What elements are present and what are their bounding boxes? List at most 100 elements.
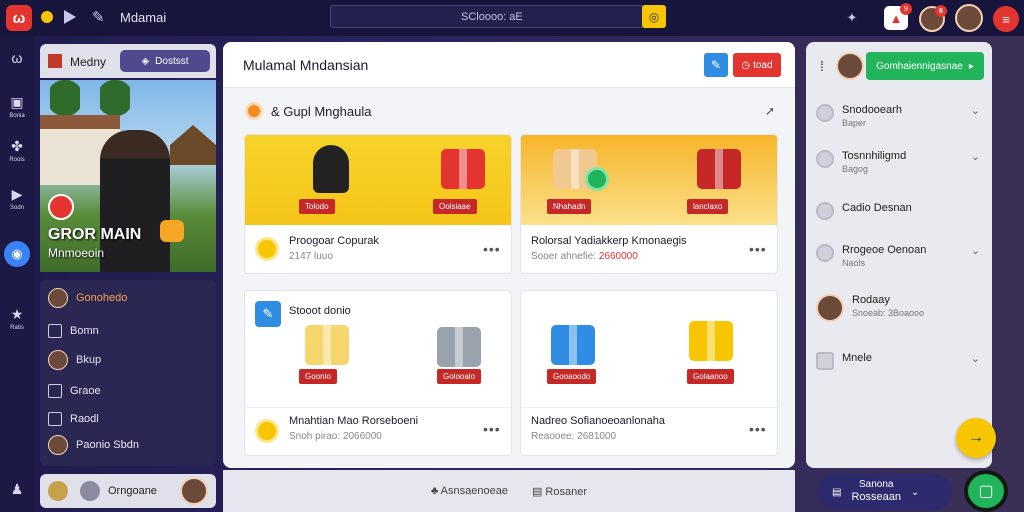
card-tag: Oolsiaae — [433, 199, 477, 214]
left-panel-footer[interactable]: Orngoane — [40, 474, 216, 508]
product-card[interactable]: Tolodo Oolsiaae Proogoar Copurak 2147 lu… — [244, 134, 512, 274]
more-options-icon[interactable]: ••• — [749, 241, 767, 257]
chat-button[interactable]: ▢ — [964, 470, 1008, 512]
right-list-item[interactable]: Rrogeoe Oenoan Naols ⌄ — [816, 244, 986, 268]
box-icon — [48, 384, 62, 398]
bottom-link-0[interactable]: ♣ Asnsaenoeae — [431, 485, 508, 497]
avatar — [48, 288, 68, 308]
right-list-item[interactable]: Rodaay Snoeab: 3Boaooo — [816, 294, 986, 322]
left-panel-list: Gonohedo Bomn Bkup Graoe Raodl Paonio Sb… — [40, 280, 216, 466]
right-list-item[interactable]: Tosnnhiligmd Bagog ⌄ — [816, 150, 986, 174]
chevron-down-icon[interactable]: ⌄ — [971, 104, 980, 117]
bottom-pill-button[interactable]: ▤ Sanona Rosseaan ⌄ — [818, 474, 952, 510]
chevron-down-icon[interactable]: ⌄ — [971, 244, 980, 257]
gift-icon — [305, 325, 349, 365]
list-item[interactable]: Raodl — [48, 412, 99, 426]
right-panel: ⁞ Gomhaiennigasnae ▸ Snodooearh Baper ⌄ Tos… — [806, 42, 992, 468]
bottom-link-1[interactable]: ▤ Rosaner — [532, 485, 587, 498]
star-icon: ★ — [10, 306, 24, 322]
left-rail: ω ▣ Bonia ✤ Roois ▶ Sodn ◉ ★ Ratis ♟ — [0, 36, 34, 512]
more-options-icon[interactable]: ••• — [749, 421, 767, 437]
rail-item-active[interactable]: ◉ — [3, 241, 31, 267]
chevron-down-icon[interactable]: ⌄ — [971, 352, 980, 365]
rail-item-1[interactable]: ✤ Roois — [3, 138, 31, 163]
rail-item-2[interactable]: ▶ Sodn — [3, 186, 31, 211]
list-item[interactable]: Paonio Sbdn — [48, 435, 139, 455]
right-list-item[interactable]: Cadio Desnan — [816, 202, 986, 220]
list-item[interactable]: Bkup — [48, 350, 101, 370]
rail-label: Sodn — [9, 205, 24, 211]
doc-icon: ▤ — [531, 485, 543, 498]
bottom-link-label: Asnsaenoeae — [440, 485, 508, 497]
rail-item-0[interactable]: ▣ Bonia — [3, 94, 31, 119]
user-avatar-1[interactable]: 6 — [919, 5, 947, 32]
product-card[interactable]: Nhahadn lanclaxo Rolorsal Yadiakkerp Kmo… — [520, 134, 778, 274]
logo-icon: ω — [11, 50, 23, 66]
header-action-button[interactable]: ◷ toad — [733, 53, 781, 77]
card-price: 2066000 — [342, 431, 382, 442]
doc-icon: ▤ — [832, 486, 842, 498]
hero-image[interactable]: GROR MAIN Mnmoeoin — [40, 80, 216, 272]
search-input[interactable]: SCloooo: aE — [330, 5, 666, 28]
left-panel-button[interactable]: ◈ Dostsst — [120, 50, 210, 72]
avatar[interactable] — [836, 52, 864, 80]
more-options-icon[interactable]: ••• — [483, 241, 501, 257]
hero-logo-badge — [48, 194, 74, 220]
settings-icon — [80, 481, 100, 501]
notification-button[interactable]: ▲ 9 — [884, 3, 912, 30]
card-tag: lanclaxo — [687, 199, 729, 214]
rail-logo[interactable]: ω — [3, 50, 31, 66]
hero-subtitle: Mnmoeoin — [48, 246, 105, 260]
app-logo[interactable]: ω — [6, 5, 32, 31]
gear-icon[interactable]: ✦ — [840, 6, 864, 30]
card-tag: Golaanoo — [687, 369, 734, 384]
card-banner: Nhahadn lanclaxo — [521, 135, 777, 225]
play-icon[interactable] — [64, 10, 76, 24]
coin-icon — [255, 237, 279, 261]
section-icon — [245, 102, 263, 120]
pen-icon[interactable]: ✎ — [92, 8, 105, 26]
right-list-item[interactable]: Mnele ⌄ — [816, 352, 986, 370]
divider — [245, 407, 511, 408]
chevron-down-icon[interactable]: ⌄ — [971, 150, 980, 163]
bottom-strip: ♣ Asnsaenoeae ▤ Rosaner — [223, 470, 795, 512]
more-options-icon[interactable]: ••• — [483, 421, 501, 437]
card-tag: Tolodo — [299, 199, 335, 214]
list-item-label: Gonohedo — [76, 292, 128, 304]
menu-icon[interactable]: ≡ — [993, 6, 1019, 32]
card-tag: Nhahadn — [547, 199, 592, 214]
hero-title: GROR MAIN — [48, 226, 142, 243]
left-panel-header: Medny ◈ Dostsst — [40, 44, 216, 78]
rail-item-4[interactable]: ♟ — [3, 481, 31, 498]
list-icon — [816, 352, 834, 370]
right-list-item[interactable]: Snodooearh Baper ⌄ — [816, 104, 986, 128]
pill-line-1: Sanona — [858, 479, 894, 491]
product-card[interactable]: Gooaoodo Golaanoo Nadreo Sofianoeoanlona… — [520, 290, 778, 456]
list-item[interactable]: Bomn — [48, 324, 99, 338]
avatar — [48, 350, 68, 370]
user-avatar-2[interactable] — [955, 4, 983, 32]
search-icon: ◎ — [648, 9, 660, 24]
chest-icon — [437, 327, 481, 367]
coin-icon — [585, 167, 609, 191]
list-item[interactable]: Graoe — [48, 384, 101, 398]
rail-item-3[interactable]: ★ Ratis — [3, 306, 31, 331]
list-item[interactable]: Gonohedo — [48, 288, 127, 308]
box-icon — [48, 412, 62, 426]
edit-button[interactable]: ✎ — [704, 53, 728, 77]
gift-icon — [551, 325, 595, 365]
avatar[interactable] — [180, 477, 208, 505]
chat-icon: ▢ — [978, 483, 994, 500]
active-icon: ◉ — [4, 241, 30, 267]
green-action-button[interactable]: Gomhaiennigasnae ▸ — [866, 52, 984, 80]
search-button[interactable]: ◎ — [642, 5, 666, 28]
floating-action-button[interactable]: → — [956, 418, 996, 458]
person-figure — [313, 145, 349, 193]
pin-icon[interactable]: ➚ — [765, 104, 775, 118]
card-subtitle: Sooer ahnefie: — [531, 251, 597, 262]
item-sub: Snoeab: 3Boaooo — [852, 308, 925, 318]
tree-icon: ♣ — [431, 485, 439, 497]
product-card[interactable]: ✎ Stooot donio Goonlo Golooalo Mnahtian … — [244, 290, 512, 456]
notification-badge: 9 — [900, 3, 912, 15]
header-action-label: toad — [753, 59, 773, 71]
